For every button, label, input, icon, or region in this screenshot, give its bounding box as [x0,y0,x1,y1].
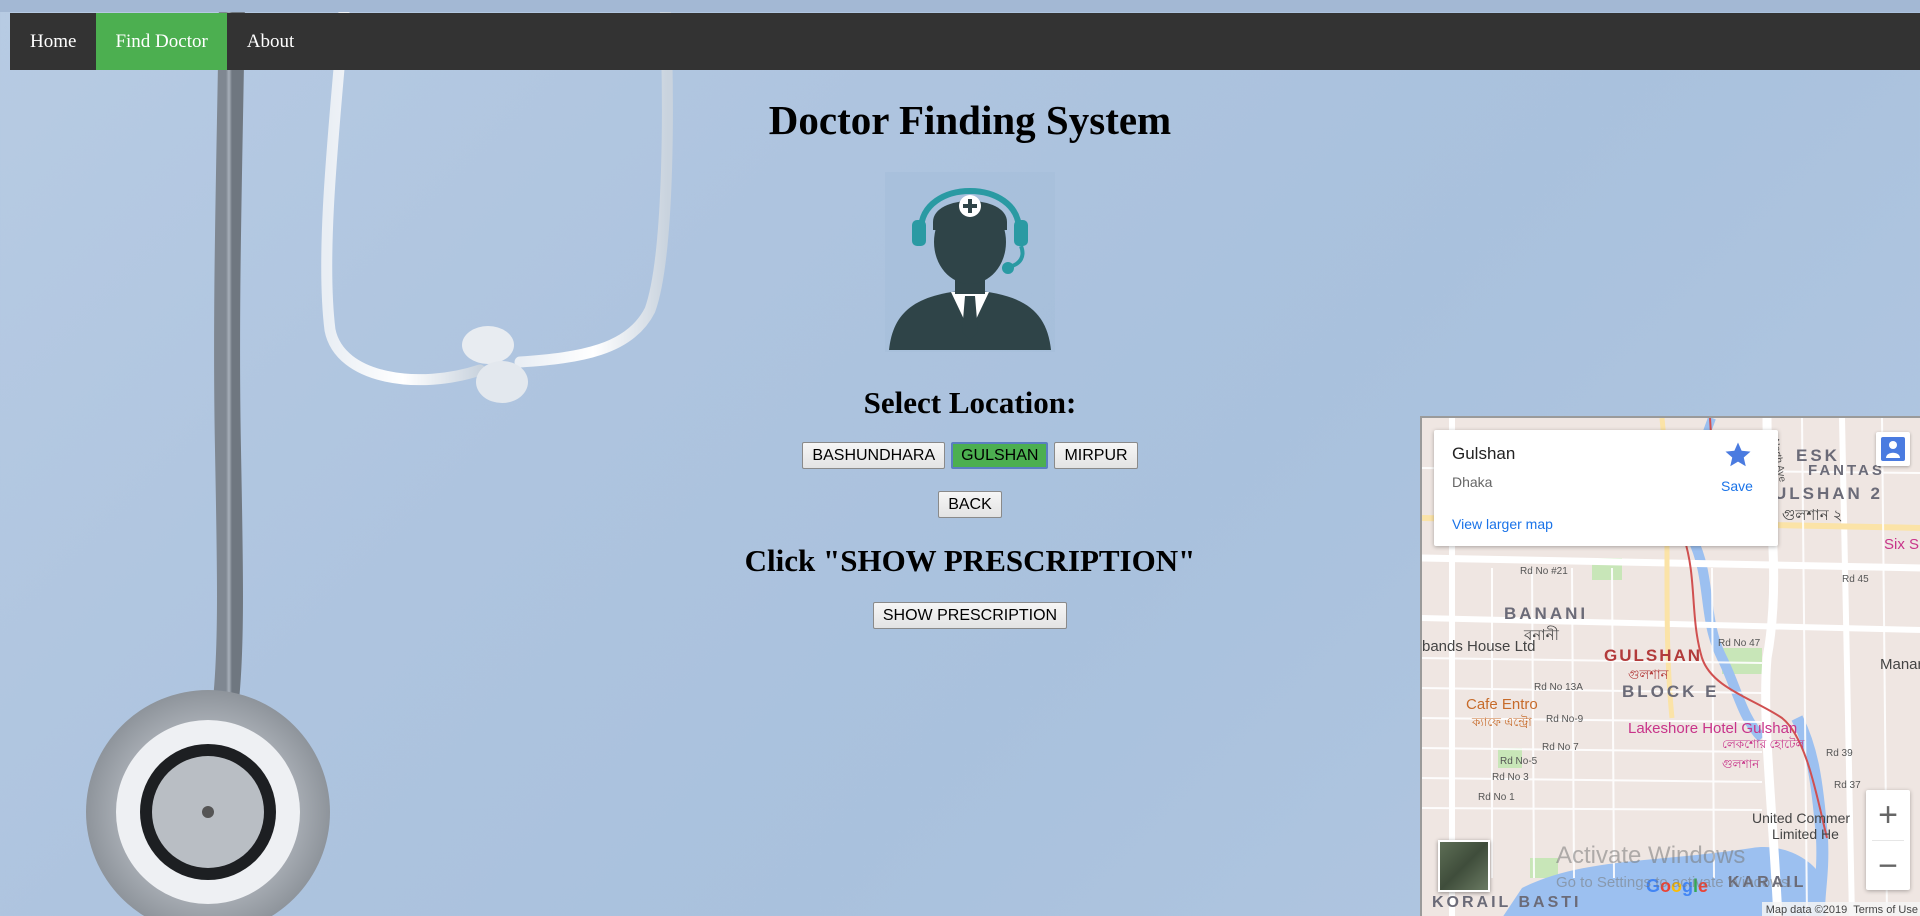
map-label-gulshan-2: ULSHAN 2 [1774,484,1884,503]
map-place-name: Gulshan [1452,444,1516,463]
doctor-headset-icon [885,172,1055,352]
map-label-cafe: Cafe Entro [1466,696,1538,713]
map-label-cafe-bn: ক্যাফে এন্ট্রো [1472,715,1532,729]
map-label-rd47: Rd No 47 [1718,638,1761,649]
map-label-rd37: Rd 37 [1834,780,1861,791]
star-icon[interactable] [1723,440,1753,470]
map-terms-link[interactable]: Terms of Use [1853,904,1918,916]
top-strip [0,0,1920,12]
map-label-block-e: BLOCK E [1622,682,1720,701]
zoom-out-button[interactable]: − [1866,841,1910,891]
street-view-pegman-icon[interactable] [1876,432,1910,466]
map-label-rd7: Rd No 7 [1542,742,1579,753]
map-label-rd39: Rd 39 [1826,748,1853,759]
map-label-rd45: Rd 45 [1842,574,1869,585]
map-save-button[interactable]: Save [1721,478,1753,494]
map-label-hotel-bn: লেকশোর হোটেল গুলশান [1722,737,1805,771]
embedded-map[interactable]: BANANI বনানী GULSHAN গুলশান ULSHAN 2 গুল… [1420,416,1920,916]
main-content: Doctor Finding System Select Location: B… [570,88,1370,629]
map-label-united: United Commer [1752,810,1851,826]
map-label-rd5: Rd No-5 [1500,756,1538,767]
prescription-heading: Click "SHOW PRESCRIPTION" [744,543,1196,578]
page-title: Doctor Finding System [768,97,1172,143]
activate-windows-title: Activate Windows [1556,842,1746,869]
map-label-rd13a: Rd No 13A [1534,682,1583,693]
nav-find-doctor[interactable]: Find Doctor [96,13,227,70]
map-attribution: Map data ©2019 Terms of Use [1761,902,1920,916]
map-info-card: Gulshan Dhaka Save View larger map [1434,430,1778,546]
map-label-rd21: Rd No #21 [1520,566,1568,577]
satellite-toggle[interactable] [1438,840,1490,892]
location-gulshan-button[interactable]: GULSHAN [951,442,1049,469]
map-label-gulshan-2-bn: গুলশান ২ [1782,507,1843,524]
select-location-heading: Select Location: [863,385,1077,420]
map-label-banani: BANANI [1504,604,1589,623]
map-label-fantasy: FANTAS [1808,462,1885,479]
location-bashundhara-button[interactable]: BASHUNDHARA [802,442,946,469]
map-label-limited: Limited He [1772,826,1839,842]
map-label-korail-basti: KORAIL BASTI [1432,894,1582,911]
map-label-rd1: Rd No 1 [1478,792,1515,803]
map-label-rd3: Rd No 3 [1492,772,1529,783]
map-label-rd9: Rd No-9 [1546,714,1584,725]
map-label-gulshan: GULSHAN [1604,646,1703,665]
location-buttons: BASHUNDHARA GULSHAN MIRPUR [570,442,1370,469]
map-zoom-controls: + − [1866,790,1910,890]
map-label-manara: Manara [1880,656,1920,673]
show-prescription-button[interactable]: SHOW PRESCRIPTION [872,602,1068,629]
nav-home[interactable]: Home [10,13,96,70]
back-button[interactable]: BACK [938,491,1002,518]
location-mirpur-button[interactable]: MIRPUR [1054,442,1138,469]
map-data-text: Map data ©2019 [1765,904,1848,916]
map-label-bands-house: bands House Ltd [1422,638,1536,655]
map-place-city: Dhaka [1452,474,1493,490]
view-larger-map-link[interactable]: View larger map [1452,516,1553,532]
zoom-in-button[interactable]: + [1866,790,1910,840]
top-nav: Home Find Doctor About [10,13,1920,70]
nav-about[interactable]: About [227,13,315,70]
map-label-six: Six S [1884,536,1920,553]
map-label-hotel: Lakeshore Hotel Gulshan [1628,720,1798,737]
activate-windows-subtitle: Go to Settings to activate Windows. [1556,874,1793,891]
